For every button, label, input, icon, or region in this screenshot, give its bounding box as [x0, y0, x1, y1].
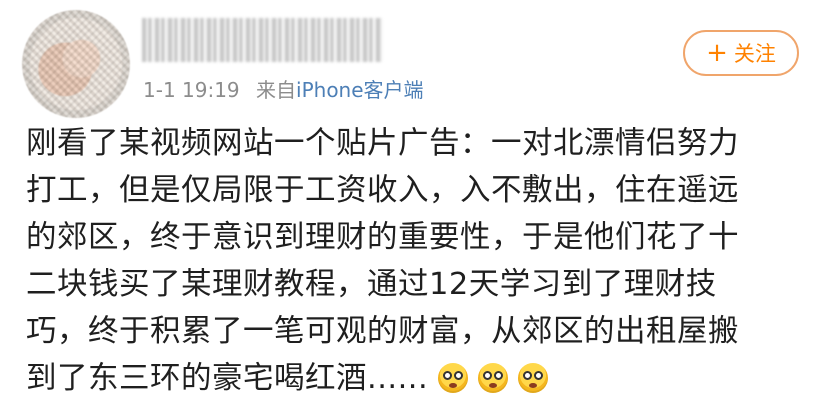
post-text-line: 到了东三环的豪宅喝红酒...... [26, 361, 429, 396]
follow-label: 关注 [733, 42, 776, 66]
follow-button[interactable]: + 关注 [683, 30, 799, 76]
post-meta: 1-1 19:19 来自iPhone客户端 [143, 74, 424, 103]
dizzy-face-emoji-icon [478, 363, 509, 393]
user-avatar[interactable] [22, 10, 130, 118]
post-text-line: 刚看了某视频网站一个贴片广告：一对北漂情侣努力 [26, 126, 739, 161]
post-text-last-line: 到了东三环的豪宅喝红酒...... [26, 355, 806, 402]
weibo-post-card: 1-1 19:19 来自iPhone客户端 + 关注 刚看了某视频网站一个贴片广… [0, 0, 827, 414]
post-source-device[interactable]: iPhone客户端 [296, 78, 424, 102]
post-source-prefix: 来自 [256, 78, 297, 102]
post-text-line: 二块钱买了某理财教程，通过12天学习到了理财技 [26, 267, 717, 302]
post-content: 刚看了某视频网站一个贴片广告：一对北漂情侣努力 打工，但是仅局限于工资收入，入不… [26, 120, 806, 402]
dizzy-face-emoji-icon [518, 363, 549, 393]
username-blurred[interactable] [142, 18, 382, 62]
plus-icon: + [706, 38, 728, 68]
post-timestamp[interactable]: 1-1 19:19 [143, 78, 240, 102]
post-text-line: 打工，但是仅局限于工资收入，入不敷出，住在遥远 [26, 173, 739, 208]
post-text-line: 的郊区，终于意识到理财的重要性，于是他们花了十 [26, 220, 739, 255]
dizzy-face-emoji-icon [438, 363, 469, 393]
post-text-line: 巧，终于积累了一笔可观的财富，从郊区的出租屋搬 [26, 314, 739, 349]
